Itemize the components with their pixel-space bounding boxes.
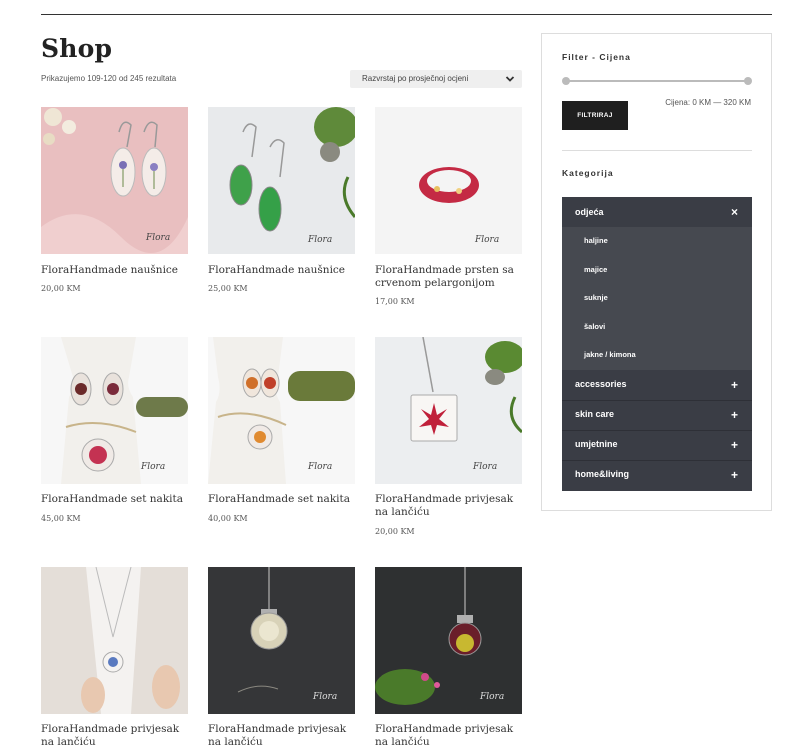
svg-text:Flora: Flora xyxy=(307,462,332,472)
subcategory-majice[interactable]: majice xyxy=(584,265,607,274)
product-price: 20,00 KM xyxy=(375,527,415,536)
product-name[interactable]: FloraHandmade set nakita xyxy=(41,493,191,506)
product-name[interactable]: FloraHandmade set nakita xyxy=(208,493,358,506)
subcategory-list: haljine majice suknje šalovi jakne / kim… xyxy=(562,227,752,370)
category-item-home-living[interactable]: home&living xyxy=(575,469,629,479)
product-image[interactable] xyxy=(41,567,188,714)
product-name[interactable]: FloraHandmade privjesak na lančiću xyxy=(41,723,191,749)
svg-text:Flora: Flora xyxy=(307,235,332,245)
category-divider xyxy=(562,430,752,431)
chevron-down-icon xyxy=(505,76,515,82)
product-name[interactable]: FloraHandmade naušnice xyxy=(41,264,191,277)
sidebar: Filter - Cijena FILTRIRAJ Cijena: 0 KM —… xyxy=(541,33,772,511)
sort-select-label: Razvrstaj po prosječnoj ocjeni xyxy=(362,74,469,83)
product-name[interactable]: FloraHandmade privjesak na lančiću xyxy=(375,493,525,519)
product-image[interactable]: Flora xyxy=(375,107,522,254)
price-range-text: Cijena: 0 KM — 320 KM xyxy=(665,98,751,107)
category-divider xyxy=(562,460,752,461)
product-image[interactable]: Flora xyxy=(208,567,355,714)
svg-text:Flora: Flora xyxy=(472,462,497,472)
product-image[interactable]: Flora xyxy=(375,567,522,714)
filter-button[interactable]: FILTRIRAJ xyxy=(562,101,628,130)
subcategory-jakne-kimona[interactable]: jakne / kimona xyxy=(584,350,636,359)
svg-text:Flora: Flora xyxy=(312,692,337,702)
result-count: Prikazujemo 109-120 od 245 rezultata xyxy=(41,74,177,83)
plus-icon[interactable]: + xyxy=(731,439,738,451)
product-name[interactable]: FloraHandmade naušnice xyxy=(208,264,358,277)
product-price: 40,00 KM xyxy=(208,514,248,523)
category-divider xyxy=(562,400,752,401)
product-price: 20,00 KM xyxy=(41,284,81,293)
svg-text:Flora: Flora xyxy=(145,233,170,243)
plus-icon[interactable]: + xyxy=(731,409,738,421)
category-title: Kategorija xyxy=(562,168,614,178)
subcategory-salovi[interactable]: šalovi xyxy=(584,322,605,331)
category-item-accessories[interactable]: accessories xyxy=(575,379,627,389)
price-slider-max-handle[interactable] xyxy=(744,77,752,85)
price-filter-title: Filter - Cijena xyxy=(562,52,631,62)
header-divider xyxy=(41,14,772,15)
category-item-odjeca[interactable]: odjeća × xyxy=(562,197,752,227)
category-item-umjetnine[interactable]: umjetnine xyxy=(575,439,618,449)
product-name[interactable]: FloraHandmade privjesak na lančiću xyxy=(375,723,525,749)
product-image[interactable]: Flora xyxy=(41,107,188,254)
category-menu: odjeća × haljine majice suknje šalovi ja… xyxy=(562,197,752,491)
subcategory-suknje[interactable]: suknje xyxy=(584,293,608,302)
subcategory-haljine[interactable]: haljine xyxy=(584,236,608,245)
close-icon[interactable]: × xyxy=(731,206,738,218)
page-title: Shop xyxy=(41,34,113,63)
price-slider-min-handle[interactable] xyxy=(562,77,570,85)
plus-icon[interactable]: + xyxy=(731,379,738,391)
svg-text:Flora: Flora xyxy=(479,692,504,702)
product-image[interactable]: Flora xyxy=(208,337,355,484)
product-price: 45,00 KM xyxy=(41,514,81,523)
sidebar-divider xyxy=(562,150,752,151)
product-image[interactable]: Flora xyxy=(208,107,355,254)
product-name[interactable]: FloraHandmade prsten sa crvenom pelargon… xyxy=(375,264,525,290)
plus-icon[interactable]: + xyxy=(731,469,738,481)
product-image[interactable]: Flora xyxy=(375,337,522,484)
sort-select[interactable]: Razvrstaj po prosječnoj ocjeni xyxy=(350,70,522,88)
svg-text:Flora: Flora xyxy=(140,462,165,472)
product-price: 17,00 KM xyxy=(375,297,415,306)
product-name[interactable]: FloraHandmade privjesak na lančiću xyxy=(208,723,358,749)
category-item-skin-care[interactable]: skin care xyxy=(575,409,614,419)
product-image[interactable]: Flora xyxy=(41,337,188,484)
svg-text:Flora: Flora xyxy=(474,235,499,245)
product-price: 25,00 KM xyxy=(208,284,248,293)
category-label: odjeća xyxy=(575,207,604,217)
price-slider-track[interactable] xyxy=(566,80,749,82)
